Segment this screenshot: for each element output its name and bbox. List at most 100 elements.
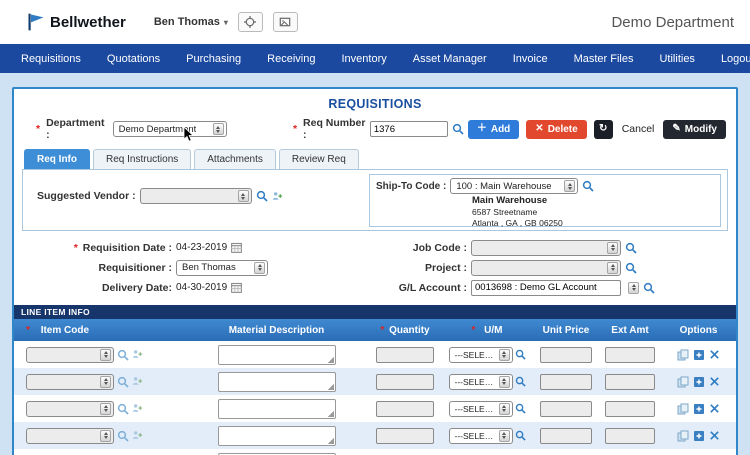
search-icon[interactable] [256,190,268,202]
add-button[interactable]: ＋Add [468,120,519,139]
search-icon[interactable] [515,430,526,441]
copy-icon[interactable] [677,349,689,361]
add-row-icon[interactable] [693,403,705,415]
item-code-select [26,401,114,417]
add-row-icon[interactable] [693,430,705,442]
nav-logout[interactable]: Logout [708,53,750,65]
um-select[interactable]: ---SELECT- [449,401,513,417]
tab-req-instructions[interactable]: Req Instructions [93,149,191,169]
calendar-icon[interactable] [231,282,242,293]
delete-row-icon[interactable] [709,430,720,441]
picture-frame-icon [279,16,291,28]
refresh-button[interactable]: ↻ [594,120,613,139]
search-icon[interactable] [117,403,129,415]
nav-quotations[interactable]: Quotations [94,53,173,65]
copy-icon[interactable] [677,403,689,415]
job-code-label: Job Code : [375,242,467,254]
req-number-label: Req Number : [303,117,366,141]
user-menu[interactable]: Ben Thomas ▾ [154,16,228,28]
select-arrows-icon [607,242,618,254]
target-button[interactable] [238,12,263,32]
nav-master-files[interactable]: Master Files [561,53,647,65]
nav-receiving[interactable]: Receiving [254,53,328,65]
gl-account-input[interactable] [471,280,621,296]
select-arrows-icon [100,403,111,415]
tab-attachments[interactable]: Attachments [194,149,276,169]
search-icon[interactable] [643,282,655,294]
top-bar: Bellwether Ben Thomas ▾ Demo Department [0,0,750,44]
copy-icon[interactable] [677,430,689,442]
search-icon[interactable] [515,349,526,360]
delete-row-icon[interactable] [709,376,720,387]
quantity-input [376,401,434,417]
material-description-textarea[interactable] [218,345,336,365]
add-item-icon[interactable] [132,349,143,360]
search-icon[interactable] [515,403,526,414]
suggested-vendor-label: Suggested Vendor : [37,190,136,202]
table-row: ---SELECT- [14,341,736,368]
job-code-select [471,240,621,256]
nav-requisitions[interactable]: Requisitions [8,53,94,65]
um-select[interactable]: ---SELECT- [449,347,513,363]
ship-to-label: Ship-To Code : [376,181,446,192]
search-icon[interactable] [582,180,594,192]
page-title: REQUISITIONS [22,97,728,111]
ship-to-street: 6587 Streetname [472,207,714,218]
material-description-textarea[interactable] [218,426,336,446]
user-name: Ben Thomas [154,16,220,28]
search-icon[interactable] [117,430,129,442]
search-icon[interactable] [117,349,129,361]
req-number-input[interactable] [370,121,448,137]
requisitioner-select[interactable]: Ben Thomas [176,260,268,276]
table-row: ---SELECT- [14,368,736,395]
modify-button[interactable]: ✎Modify [663,120,726,139]
current-department-label: Demo Department [611,14,734,31]
delete-button[interactable]: ✕Delete [526,120,586,139]
material-description-textarea[interactable] [218,372,336,392]
line-item-section-title: LINE ITEM INFO [14,305,736,319]
select-arrows-icon [499,430,510,442]
tab-req-info[interactable]: Req Info [24,149,90,169]
nav-invoice[interactable]: Invoice [500,53,561,65]
search-icon[interactable] [452,123,464,135]
add-vendor-icon[interactable] [272,191,283,202]
select-arrows-icon [100,376,111,388]
quantity-input [376,374,434,390]
copy-icon[interactable] [677,376,689,388]
add-item-icon[interactable] [132,430,143,441]
tab-review-req[interactable]: Review Req [279,149,359,169]
nav-inventory[interactable]: Inventory [328,53,399,65]
ext-amt-input [605,347,655,363]
nav-utilities[interactable]: Utilities [646,53,707,65]
search-icon[interactable] [625,262,637,274]
add-item-icon[interactable] [132,376,143,387]
nav-purchasing[interactable]: Purchasing [173,53,254,65]
pencil-icon: ✎ [672,124,680,134]
material-description-textarea[interactable] [218,399,336,419]
calendar-icon[interactable] [231,242,242,253]
add-item-icon[interactable] [132,403,143,414]
plus-icon: ＋ [477,124,487,134]
department-select[interactable]: Demo Department [113,121,227,137]
select-arrows-icon [499,376,510,388]
frame-button[interactable] [273,12,298,32]
search-icon[interactable] [625,242,637,254]
target-icon [244,16,256,28]
line-item-rows: ---SELECT- [14,341,736,455]
nav-asset-manager[interactable]: Asset Manager [400,53,500,65]
delivery-date-label: Delivery Date: [22,282,172,294]
add-row-icon[interactable] [693,376,705,388]
cancel-button[interactable]: Cancel [620,120,657,139]
project-select [471,260,621,276]
search-icon[interactable] [117,376,129,388]
delete-row-icon[interactable] [709,403,720,414]
ship-to-select[interactable]: 100 : Main Warehouse [450,178,578,194]
bellwether-logo[interactable]: Bellwether [26,11,126,33]
col-options: Options [661,325,736,336]
delete-row-icon[interactable] [709,349,720,360]
add-row-icon[interactable] [693,349,705,361]
requisitioner-label: Requisitioner : [22,262,172,274]
um-select[interactable]: ---SELECT- [449,374,513,390]
um-select[interactable]: ---SELECT- [449,428,513,444]
search-icon[interactable] [515,376,526,387]
